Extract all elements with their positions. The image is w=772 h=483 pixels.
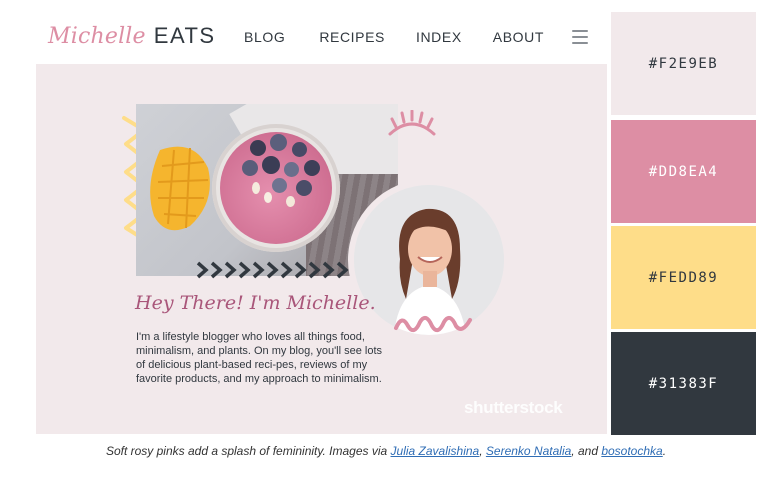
swatch-hex-label: #31383F	[648, 375, 719, 392]
swatch-hex-label: #DD8EA4	[648, 163, 719, 180]
caption-separator: ,	[479, 444, 486, 458]
swatch-hex-label: #F2E9EB	[648, 55, 719, 72]
wave-decoration	[394, 315, 472, 333]
nav-index[interactable]: INDEX	[416, 29, 462, 45]
swatch-blush: #F2E9EB	[611, 12, 756, 115]
site-logo[interactable]: Michelle EATS	[48, 23, 216, 53]
caption-separator: , and	[571, 444, 602, 458]
swatch-hex-label: #FEDD89	[648, 269, 719, 286]
intro-paragraph: I'm a lifestyle blogger who loves all th…	[136, 331, 383, 385]
swatch-rose: #DD8EA4	[611, 120, 756, 223]
caption-suffix: .	[662, 444, 667, 458]
mango-illustration	[146, 142, 214, 234]
image-caption: Soft rosy pinks add a splash of feminini…	[0, 444, 772, 458]
credit-link-serenko-natalia[interactable]: Serenko Natalia	[486, 444, 571, 458]
main-nav: BLOG RECIPES INDEX ABOUT	[244, 29, 544, 45]
lashes-decoration	[388, 110, 436, 136]
intro-heading: Hey There! I'm Michelle.	[135, 292, 376, 314]
credit-link-julia-zavalishina[interactable]: Julia Zavalishina	[391, 444, 480, 458]
shutterstock-watermark: shutterstock	[464, 398, 563, 417]
caption-text: Soft rosy pinks add a splash of feminini…	[105, 444, 391, 458]
swatch-yellow: #FEDD89	[611, 226, 756, 329]
nav-recipes[interactable]: RECIPES	[319, 29, 385, 45]
hamburger-menu-icon[interactable]	[572, 30, 588, 44]
site-header: Michelle EATS BLOG RECIPES INDEX ABOUT	[36, 12, 607, 64]
credit-link-bosotochka[interactable]: bosotochka	[601, 444, 662, 458]
logo-script-text: Michelle	[48, 24, 146, 49]
website-mockup: Michelle EATS BLOG RECIPES INDEX ABOUT H…	[36, 12, 607, 434]
swatch-charcoal: #31383F	[611, 332, 756, 435]
nav-blog[interactable]: BLOG	[244, 29, 285, 45]
logo-eats-text: EATS	[153, 23, 216, 48]
nav-about[interactable]: ABOUT	[493, 29, 544, 45]
